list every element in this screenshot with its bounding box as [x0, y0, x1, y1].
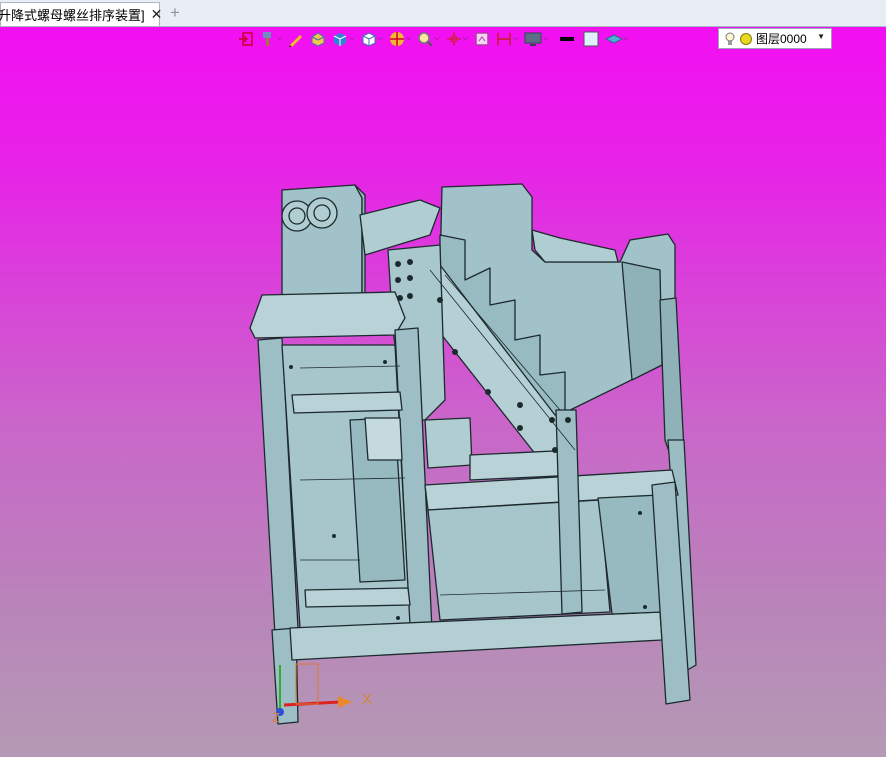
section-view-icon[interactable]: ⌵	[389, 31, 411, 47]
layer-status-icon	[740, 32, 752, 45]
lightbulb-icon	[725, 32, 735, 45]
wire-cube-icon[interactable]: ⌵	[361, 31, 383, 47]
layer-dropdown[interactable]: 图层0000 ▼	[718, 28, 832, 49]
exit-sketch-icon[interactable]	[238, 31, 254, 47]
pencil-icon[interactable]	[288, 31, 304, 47]
close-tab-icon[interactable]: ✕	[151, 6, 163, 23]
document-tab-title: 升降式螺母螺丝排序装置]	[0, 8, 145, 23]
new-tab-icon[interactable]: +	[170, 3, 180, 23]
x-axis-label: X	[362, 691, 373, 708]
3d-viewport[interactable]: X Z	[0, 27, 886, 757]
document-tab[interactable]: 升降式螺母螺丝排序装置] ✕	[0, 2, 163, 26]
view-cube-icon[interactable]: ⌵	[332, 31, 355, 47]
document-tab-bar: 升降式螺母螺丝排序装置] ✕ +	[0, 0, 886, 27]
fill-color-swatch[interactable]	[583, 31, 599, 47]
layer-name: 图层0000	[756, 32, 807, 46]
z-axis-label: Z	[272, 710, 280, 725]
shaded-box-icon[interactable]	[310, 31, 326, 47]
display-icon[interactable]: ⌵	[524, 31, 549, 47]
zoom-icon[interactable]: ⌵	[417, 31, 440, 47]
view-toolbar: ⌵ ⌵ ⌵ ⌵ ⌵ ⌵ ⌵ ⌵ ⌵	[238, 29, 635, 49]
paint-icon[interactable]: ⌵	[260, 31, 282, 47]
dimension-icon[interactable]: ⌵	[496, 31, 518, 47]
layers-icon[interactable]: ⌵	[604, 31, 629, 47]
cad-model	[249, 183, 697, 725]
line-color-swatch[interactable]	[559, 31, 575, 47]
dropdown-arrow-icon: ▼	[817, 32, 825, 41]
snap-point-icon[interactable]: ⌵	[446, 31, 468, 47]
frame-icon[interactable]	[474, 31, 490, 47]
